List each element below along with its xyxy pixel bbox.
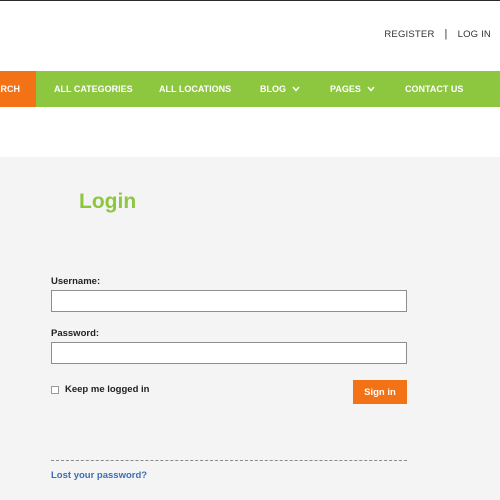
top-border-line [0, 0, 500, 1]
username-field[interactable] [51, 290, 407, 312]
nav-item-contact-us[interactable]: CONTACT US [405, 71, 463, 107]
nav-item-label: BLOG [260, 84, 286, 94]
register-link[interactable]: REGISTER [384, 29, 434, 40]
nav-item-all-categories[interactable]: ALL CATEGORIES [54, 71, 133, 107]
chevron-down-icon [292, 84, 300, 94]
username-label: Username: [51, 276, 101, 287]
header-separator: | [444, 28, 448, 40]
nav-item-label: CONTACT US [405, 84, 464, 94]
login-link[interactable]: LOG IN [458, 29, 491, 40]
main-navbar: SEARCH ALL CATEGORIES ALL LOCATIONS BLOG… [0, 71, 500, 107]
password-label: Password: [51, 328, 100, 339]
page-title: Login [79, 190, 137, 213]
header-account-links: REGISTER | LOG IN [384, 28, 491, 40]
nav-item-all-locations[interactable]: ALL LOCATIONS [159, 71, 231, 107]
sign-in-button[interactable]: Sign in [353, 380, 407, 404]
nav-item-label: ALL LOCATIONS [159, 84, 232, 94]
remember-me-checkbox[interactable] [51, 385, 59, 394]
password-field[interactable] [51, 342, 407, 364]
nav-search-button[interactable]: SEARCH [0, 71, 36, 107]
nav-item-blog[interactable]: BLOG [260, 71, 300, 107]
dashed-divider [51, 460, 407, 461]
nav-item-label: PAGES [330, 84, 361, 94]
chevron-down-icon [367, 84, 375, 94]
nav-search-label: SEARCH [0, 84, 20, 94]
nav-item-pages[interactable]: PAGES [330, 71, 375, 107]
remember-me-label: Keep me logged in [65, 384, 150, 395]
remember-me-row: Keep me logged in [51, 384, 149, 395]
lost-password-link[interactable]: Lost your password? [51, 470, 147, 481]
nav-item-label: ALL CATEGORIES [54, 84, 133, 94]
